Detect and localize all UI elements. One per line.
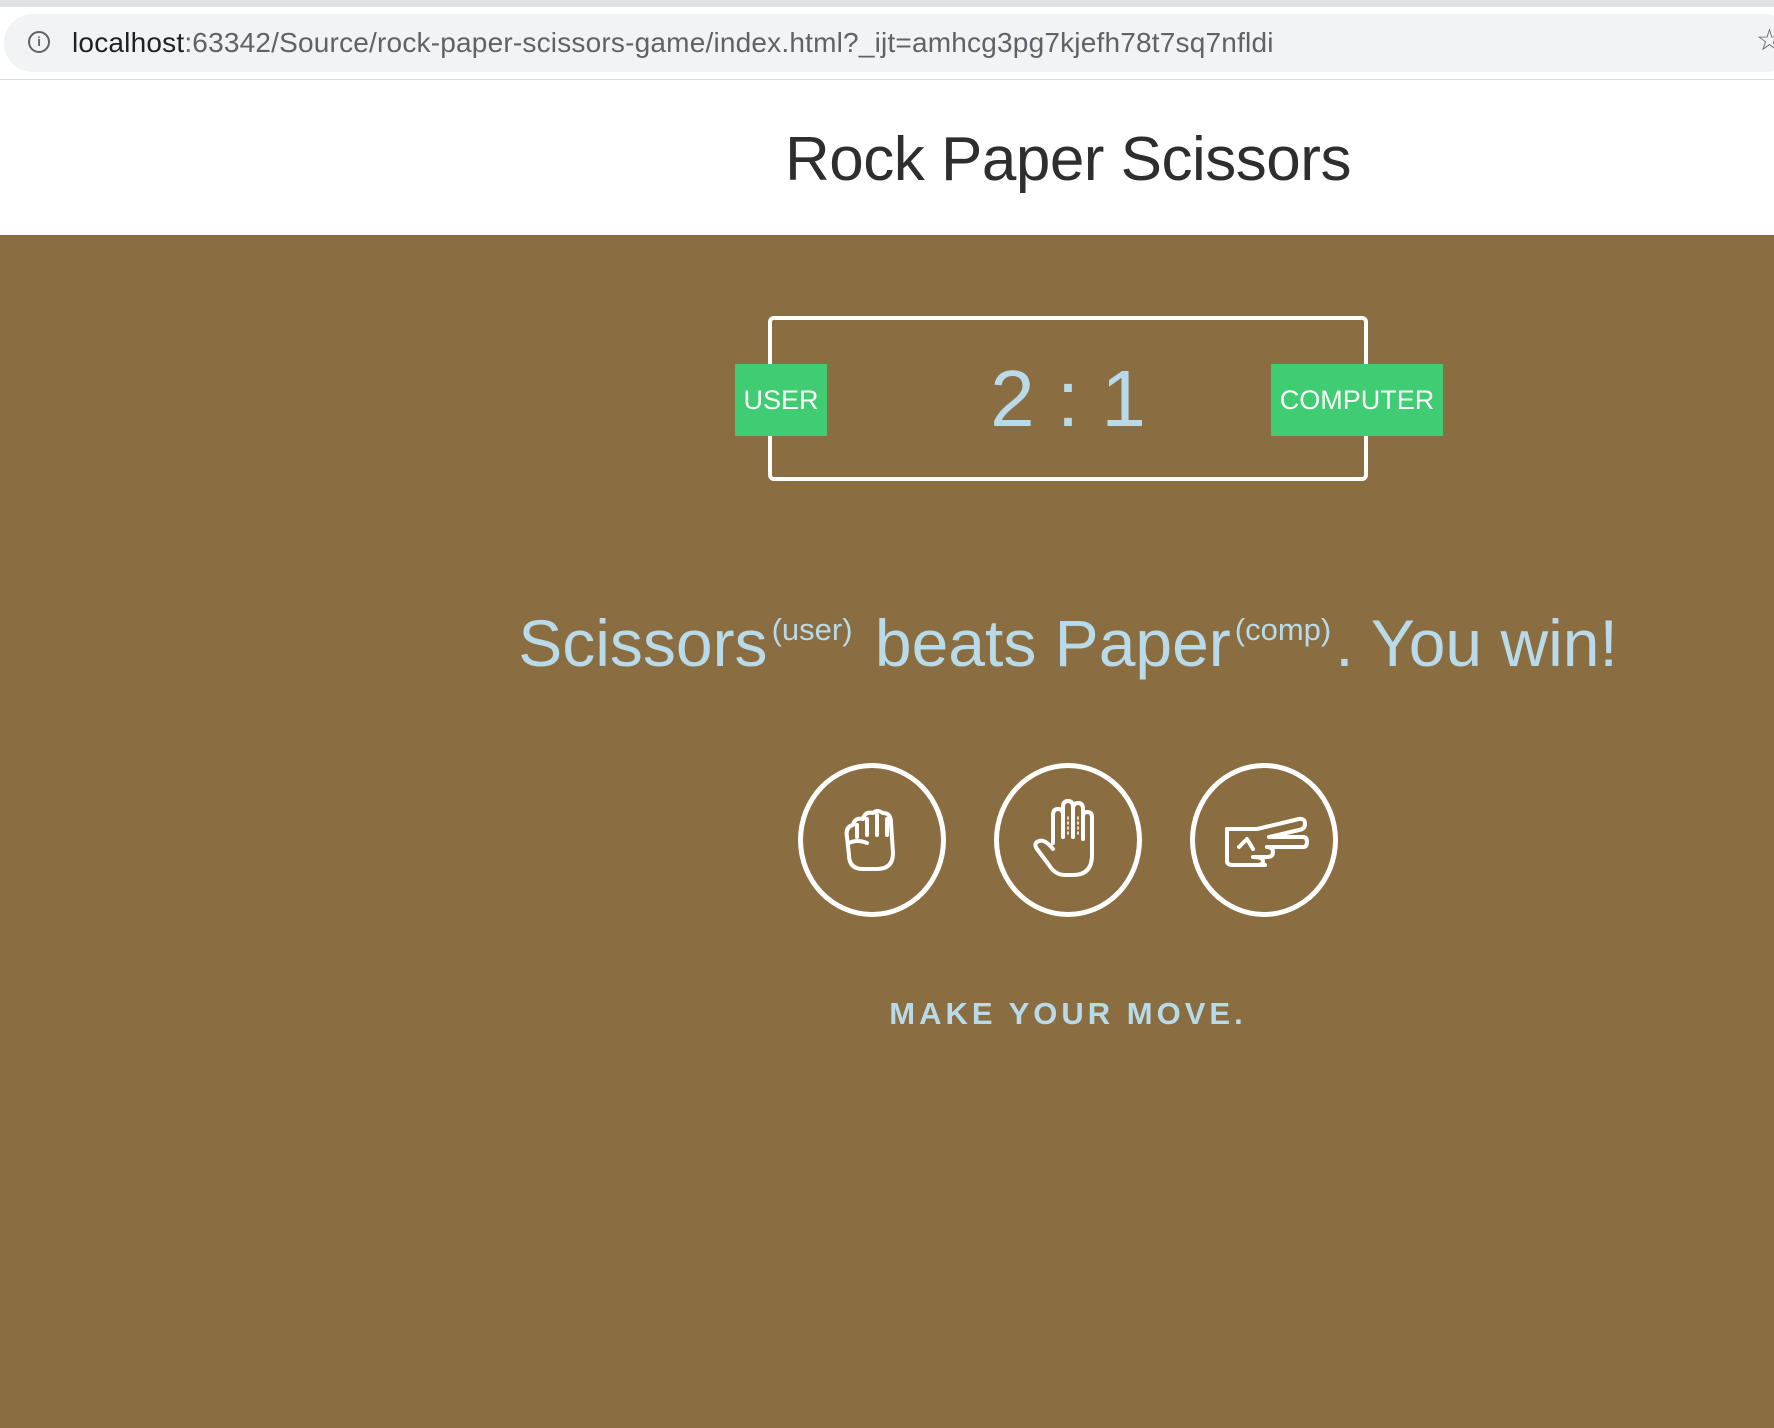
verb-text: beats bbox=[874, 606, 1037, 680]
scissors-button[interactable] bbox=[1190, 763, 1338, 917]
comp-choice-text: Paper bbox=[1054, 606, 1231, 680]
fist-icon bbox=[844, 809, 895, 871]
url-path: :63342/Source/rock-paper-scissors-game/i… bbox=[184, 27, 1274, 58]
user-choice-text: Scissors bbox=[518, 606, 768, 680]
make-move-prompt: MAKE YOUR MOVE. bbox=[889, 996, 1247, 1031]
user-tag: (user) bbox=[771, 612, 853, 647]
browser-toolbar: i localhost:63342/Source/rock-paper-scis… bbox=[0, 0, 1774, 80]
result-message: Scissors (user) beats Paper (comp). You wi… bbox=[0, 590, 1774, 683]
paper-button[interactable] bbox=[994, 763, 1142, 917]
open-hand-icon bbox=[1033, 799, 1094, 877]
tab-strip bbox=[0, 0, 1774, 7]
victory-hand-icon bbox=[1225, 816, 1309, 867]
site-header: Rock Paper Scissors bbox=[0, 80, 1774, 235]
comp-tag: (comp) bbox=[1234, 612, 1332, 647]
game-area: 2 : 1 USER COMPUTER Scissors (user) beats… bbox=[0, 235, 1774, 1428]
info-icon[interactable]: i bbox=[28, 31, 50, 53]
url-text[interactable]: localhost:63342/Source/rock-paper-scisso… bbox=[72, 28, 1274, 58]
outcome-text: . You win! bbox=[1335, 606, 1618, 680]
page-title: Rock Paper Scissors bbox=[785, 125, 1351, 194]
rock-button[interactable] bbox=[798, 763, 946, 917]
url-host: localhost bbox=[72, 27, 185, 58]
bookmark-star-icon[interactable]: ☆ bbox=[1756, 26, 1774, 56]
user-label-badge: USER bbox=[735, 364, 827, 436]
address-bar[interactable]: i localhost:63342/Source/rock-paper-scis… bbox=[4, 14, 1774, 72]
computer-label-badge: COMPUTER bbox=[1271, 364, 1443, 436]
